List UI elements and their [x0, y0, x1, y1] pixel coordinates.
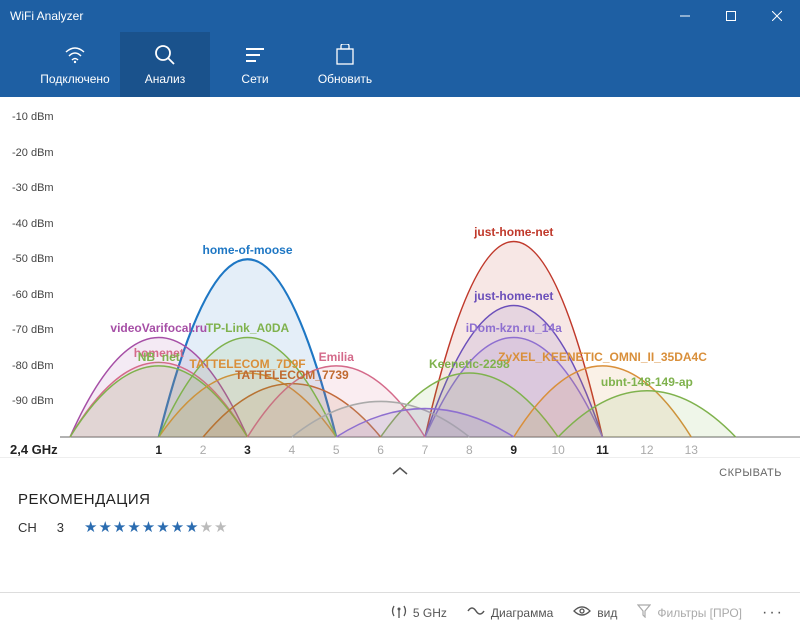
- ssid-label: ubnt-148-149-ap: [601, 375, 693, 389]
- x-tick-label: 13: [685, 443, 698, 457]
- nav-analyze-label: Анализ: [145, 72, 186, 86]
- diagram-toggle[interactable]: Диаграмма: [467, 605, 553, 620]
- close-button[interactable]: [754, 0, 800, 32]
- maximize-button[interactable]: [708, 0, 754, 32]
- chart-canvas: [0, 97, 800, 457]
- app-title: WiFi Analyzer: [10, 9, 662, 23]
- y-tick-label: -30 dBm: [12, 182, 54, 194]
- y-tick-label: -90 dBm: [12, 395, 54, 407]
- nav-analyze[interactable]: Анализ: [120, 32, 210, 97]
- band-label: 2,4 GHz: [10, 442, 58, 457]
- x-tick-label: 4: [289, 443, 296, 457]
- ssid-label: videoVarifocal.ru: [110, 321, 207, 335]
- recommendation-row: CH 3 ★★★★★★★★★★: [18, 518, 782, 536]
- x-tick-label: 9: [510, 443, 517, 457]
- minimize-button[interactable]: [662, 0, 708, 32]
- wifi-icon: [64, 43, 86, 67]
- package-icon: [335, 43, 355, 67]
- x-tick-label: 6: [377, 443, 384, 457]
- nav-networks-label: Сети: [241, 72, 268, 86]
- recommendation-title: РЕКОМЕНДАЦИЯ: [18, 491, 782, 508]
- ssid-label: just-home-net: [474, 289, 553, 303]
- antenna-icon: [391, 604, 407, 621]
- more-button[interactable]: ···: [762, 604, 784, 622]
- recommendation-panel: РЕКОМЕНДАЦИЯ CH 3 ★★★★★★★★★★: [0, 487, 800, 546]
- collapse-row: СКРЫВАТЬ: [0, 457, 800, 487]
- nav-refresh[interactable]: Обновить: [300, 32, 390, 97]
- ssid-label: Emilia: [319, 350, 354, 364]
- funnel-icon: [637, 604, 651, 621]
- chevron-up-icon[interactable]: [390, 465, 410, 480]
- y-tick-label: -40 dBm: [12, 218, 54, 230]
- magnifier-icon: [154, 43, 176, 67]
- x-tick-label: 5: [333, 443, 340, 457]
- recommend-ch-label: CH: [18, 520, 37, 535]
- spectrum-chart: -10 dBm -20 dBm -30 dBm -40 dBm -50 dBm -60 d…: [0, 97, 800, 457]
- view-toggle[interactable]: вид: [573, 605, 617, 620]
- y-tick-label: -50 dBm: [12, 253, 54, 265]
- recommend-ch-value: 3: [57, 520, 64, 535]
- view-label: вид: [597, 606, 617, 620]
- list-icon: [244, 43, 266, 67]
- band-toggle[interactable]: 5 GHz: [391, 604, 447, 621]
- y-tick-label: -80 dBm: [12, 360, 54, 372]
- ssid-label: NB_net: [138, 350, 180, 364]
- ssid-label: TP-Link_A0DA: [206, 321, 289, 335]
- diagram-label: Диаграмма: [491, 606, 553, 620]
- eye-icon: [573, 605, 591, 620]
- nav-connected-label: Подключено: [40, 72, 109, 86]
- x-tick-label: 2: [200, 443, 207, 457]
- ssid-label: TATTELECOM_7739: [235, 368, 349, 382]
- nav-refresh-label: Обновить: [318, 72, 372, 86]
- x-tick-label: 12: [640, 443, 653, 457]
- ssid-label: iDom-kzn.ru_14a: [466, 321, 562, 335]
- band-toggle-label: 5 GHz: [413, 606, 447, 620]
- titlebar: WiFi Analyzer: [0, 0, 800, 32]
- x-tick-label: 1: [155, 443, 162, 457]
- y-tick-label: -10 dBm: [12, 111, 54, 123]
- wave-icon: [467, 605, 485, 620]
- y-tick-label: -70 dBm: [12, 324, 54, 336]
- nav-connected[interactable]: Подключено: [30, 32, 120, 97]
- hide-button[interactable]: СКРЫВАТЬ: [719, 467, 782, 479]
- bottom-toolbar: 5 GHz Диаграмма вид Фильтры [ПРО] ···: [0, 592, 800, 632]
- x-tick-label: 7: [422, 443, 429, 457]
- ssid-label: ZyXEL_KEENETIC_OMNI_II_35DA4C: [498, 350, 707, 364]
- navbar: Подключено Анализ Сети Обновить: [0, 32, 800, 97]
- x-tick-label: 8: [466, 443, 473, 457]
- filters-label: Фильтры [ПРО]: [657, 606, 742, 620]
- nav-networks[interactable]: Сети: [210, 32, 300, 97]
- x-tick-label: 11: [596, 443, 609, 457]
- y-tick-label: -60 dBm: [12, 289, 54, 301]
- y-tick-label: -20 dBm: [12, 147, 54, 159]
- rating-stars: ★★★★★★★★★★: [84, 518, 228, 536]
- x-tick-label: 3: [244, 443, 251, 457]
- ssid-label: just-home-net: [474, 225, 553, 239]
- filters-button[interactable]: Фильтры [ПРО]: [637, 604, 742, 621]
- ssid-label: home-of-moose: [203, 243, 293, 257]
- x-tick-label: 10: [551, 443, 564, 457]
